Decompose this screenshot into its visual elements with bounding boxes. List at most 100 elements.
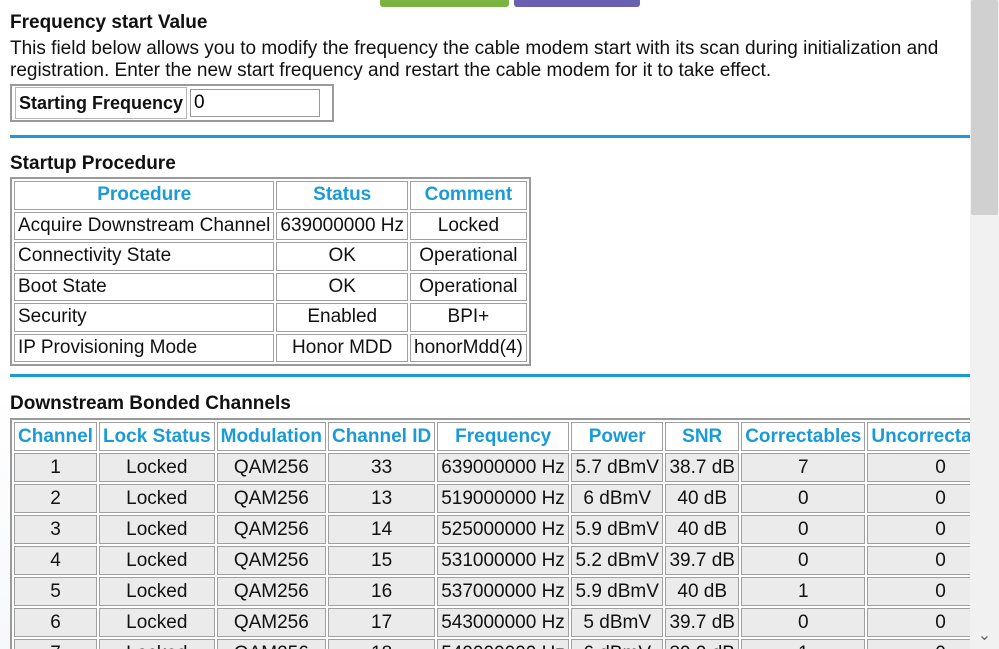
header-channel: Channel	[14, 422, 97, 451]
frequency-cell: 639000000 Hz	[437, 453, 570, 482]
lock-status-cell: Locked	[98, 546, 215, 575]
correctables-cell: 1	[741, 639, 866, 649]
modulation-cell: QAM256	[216, 608, 326, 637]
modulation-cell: QAM256	[216, 639, 326, 649]
correctables-cell: 7	[741, 453, 866, 482]
channel-id-cell: 16	[327, 577, 436, 606]
uncorrectables-cell: 0	[867, 639, 970, 649]
comment-cell: Operational	[410, 272, 527, 301]
header-correctables: Correctables	[741, 422, 866, 451]
header-lock-status: Lock Status	[98, 422, 215, 451]
correctables-cell: 0	[741, 608, 866, 637]
header-frequency: Frequency	[437, 422, 570, 451]
comment-cell: Locked	[410, 211, 527, 240]
channel-id-cell: 33	[327, 453, 436, 482]
downstream-channels-table: Channel Lock Status Modulation Channel I…	[10, 418, 970, 649]
channel-id-cell: 18	[327, 639, 436, 649]
frequency-cell: 531000000 Hz	[437, 546, 570, 575]
table-header-row: Channel Lock Status Modulation Channel I…	[14, 422, 970, 451]
status-cell: 639000000 Hz	[276, 211, 409, 240]
channel-cell: 5	[14, 577, 97, 606]
header-uncorrectables: Uncorrectables	[867, 422, 970, 451]
power-cell: 5 dBmV	[571, 608, 664, 637]
snr-cell: 39.7 dB	[665, 608, 740, 637]
channel-cell: 3	[14, 515, 97, 544]
table-row: 2 Locked QAM256 13 519000000 Hz 6 dBmV 40 dB 0 0	[14, 484, 970, 513]
lock-status-cell: Locked	[98, 608, 215, 637]
procedure-cell: Security	[14, 303, 275, 332]
procedure-cell: Acquire Downstream Channel	[14, 211, 275, 240]
startup-procedure-table: Procedure Status Comment Acquire Downstr…	[10, 177, 531, 366]
power-cell: 5.9 dBmV	[571, 515, 664, 544]
snr-cell: 39.9 dB	[665, 639, 740, 649]
starting-frequency-input[interactable]	[190, 89, 321, 117]
header-snr: SNR	[665, 422, 740, 451]
vertical-scrollbar[interactable]: ⌄	[970, 0, 999, 649]
status-cell: OK	[276, 272, 409, 301]
table-row: 1 Locked QAM256 33 639000000 Hz 5.7 dBmV 38.7 …	[14, 453, 970, 482]
header-modulation: Modulation	[216, 422, 326, 451]
table-row: 4 Locked QAM256 15 531000000 Hz 5.2 dBmV 39.7 …	[14, 546, 970, 575]
cancel-button[interactable]	[514, 0, 640, 7]
uncorrectables-cell: 0	[867, 453, 970, 482]
status-cell: Enabled	[276, 303, 409, 332]
comment-cell: honorMdd(4)	[410, 333, 527, 362]
channel-id-cell: 13	[327, 484, 436, 513]
frequency-description: This field below allows you to modify th…	[10, 38, 939, 81]
lock-status-cell: Locked	[98, 639, 215, 649]
modulation-cell: QAM256	[216, 515, 326, 544]
channel-cell: 1	[14, 453, 97, 482]
table-row: Boot State OK Operational	[14, 272, 527, 301]
modulation-cell: QAM256	[216, 546, 326, 575]
correctables-cell: 0	[741, 546, 866, 575]
table-row: Acquire Downstream Channel 639000000 Hz …	[14, 211, 527, 240]
channel-cell: 6	[14, 608, 97, 637]
modulation-cell: QAM256	[216, 577, 326, 606]
header-channel-id: Channel ID	[327, 422, 436, 451]
correctables-cell: 0	[741, 484, 866, 513]
frequency-cell: 543000000 Hz	[437, 608, 570, 637]
channel-cell: 7	[14, 639, 97, 649]
table-row: 7LockedQAM25618549000000 Hz6 dBmV39.9 dB…	[14, 639, 970, 649]
modulation-cell: QAM256	[216, 453, 326, 482]
comment-cell: BPI+	[410, 303, 527, 332]
table-row: 5 Locked QAM256 16 537000000 Hz 5.9 dBmV 40 dB…	[14, 577, 970, 606]
power-cell: 6 dBmV	[571, 639, 664, 649]
scrollbar-thumb[interactable]	[971, 0, 998, 215]
section-divider	[10, 374, 970, 377]
apply-button[interactable]	[380, 0, 509, 7]
correctables-cell: 1	[741, 577, 866, 606]
lock-status-cell: Locked	[98, 515, 215, 544]
channel-id-cell: 17	[327, 608, 436, 637]
uncorrectables-cell: 0	[867, 515, 970, 544]
procedure-cell: Connectivity State	[14, 242, 275, 271]
frequency-cell: 537000000 Hz	[437, 577, 570, 606]
page-content: Frequency start Value This field below a…	[0, 0, 970, 649]
channel-id-cell: 14	[327, 515, 436, 544]
chevron-down-icon[interactable]: ⌄	[970, 625, 999, 645]
channel-cell: 2	[14, 484, 97, 513]
header-procedure: Procedure	[14, 181, 275, 210]
uncorrectables-cell: 0	[867, 608, 970, 637]
frequency-cell: 525000000 Hz	[437, 515, 570, 544]
lock-status-cell: Locked	[98, 484, 215, 513]
uncorrectables-cell: 0	[867, 484, 970, 513]
lock-status-cell: Locked	[98, 453, 215, 482]
frequency-cell: 519000000 Hz	[437, 484, 570, 513]
table-row: 3 Locked QAM256 14 525000000 Hz 5.9 dBmV 40 dB…	[14, 515, 970, 544]
modulation-cell: QAM256	[216, 484, 326, 513]
status-cell: Honor MDD	[276, 333, 409, 362]
frequency-cell: 549000000 Hz	[437, 639, 570, 649]
procedure-cell: IP Provisioning Mode	[14, 333, 275, 362]
table-row: Connectivity State OK Operational	[14, 242, 527, 271]
snr-cell: 40 dB	[665, 515, 740, 544]
snr-cell: 38.7 dB	[665, 453, 740, 482]
power-cell: 5.9 dBmV	[571, 577, 664, 606]
frequency-section-title: Frequency start Value	[10, 12, 208, 33]
downstream-title: Downstream Bonded Channels	[10, 393, 291, 414]
starting-frequency-box: Starting Frequency	[10, 84, 334, 122]
header-comment: Comment	[410, 181, 527, 210]
table-row: IP Provisioning Mode Honor MDD honorMdd(…	[14, 333, 527, 362]
correctables-cell: 0	[741, 515, 866, 544]
uncorrectables-cell: 0	[867, 546, 970, 575]
